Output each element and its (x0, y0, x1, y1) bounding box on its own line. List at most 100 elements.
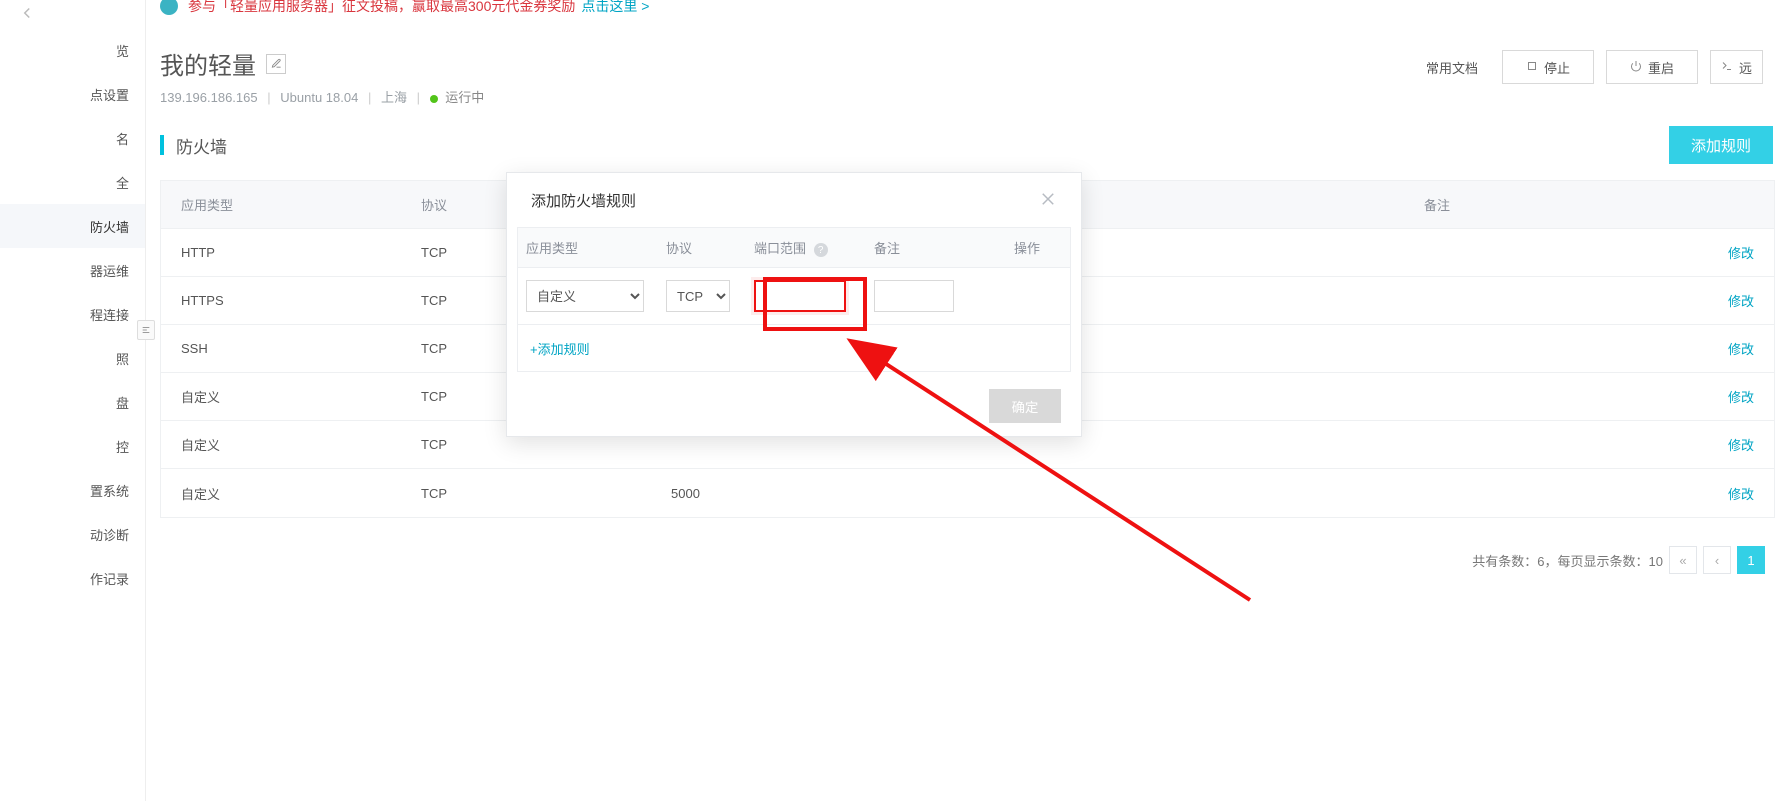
row-edit-link[interactable]: 修改 (1728, 438, 1754, 453)
pagination-summary: 共有条数：6，每页显示条数：10 (1472, 551, 1663, 570)
section-title-text: 防火墙 (176, 133, 227, 158)
sidebar-item-label: 防火墙 (90, 217, 129, 236)
modal-title: 添加防火墙规则 (531, 190, 636, 211)
sidebar-item-label: 控 (116, 437, 129, 456)
col-remark: 备注 (1404, 195, 1694, 214)
server-region: 上海 (381, 90, 407, 105)
cell-app: HTTP (161, 245, 401, 260)
sidebar-item-label: 盘 (116, 393, 129, 412)
mcol-ops: 操作 (1006, 238, 1070, 257)
confirm-button[interactable]: 确定 (989, 389, 1061, 423)
promo-banner-link[interactable]: 点击这里 > (581, 0, 649, 16)
promo-banner-text: 参与「轻量应用服务器」征文投稿，赢取最高300元代金券奖励 (188, 0, 575, 16)
stop-button-label: 停止 (1544, 58, 1570, 77)
table-row: 自定义 TCP 5000 修改 (161, 469, 1774, 517)
port-range-input[interactable] (754, 280, 846, 312)
cell-app: SSH (161, 341, 401, 356)
add-rule-button[interactable]: 添加规则 (1669, 126, 1773, 164)
mcol-proto: 协议 (658, 238, 746, 257)
sidebar-item-label: 照 (116, 349, 129, 368)
chevron-left-icon (18, 4, 36, 25)
sidebar-item-disk[interactable]: 盘 (0, 380, 145, 424)
cell-app: 自定义 (161, 484, 401, 503)
sidebar-item-remote[interactable]: 程连接 (0, 292, 145, 336)
section-title: 防火墙 (160, 133, 227, 158)
server-status: 运行中 (445, 90, 484, 105)
row-edit-link[interactable]: 修改 (1728, 390, 1754, 405)
power-icon (1630, 60, 1642, 75)
add-another-rule-link[interactable]: +添加规则 (518, 325, 1070, 371)
restart-button[interactable]: 重启 (1606, 50, 1698, 84)
close-icon[interactable] (1039, 190, 1057, 211)
sidebar-back-button[interactable] (0, 0, 145, 28)
sidebar-item-label: 名 (116, 129, 129, 148)
pagination: 共有条数：6，每页显示条数：10 « ‹ 1 (1472, 546, 1765, 574)
sidebar-item-monitor[interactable]: 控 (0, 424, 145, 468)
page-header: 我的轻量 139.196.186.165 | Ubuntu 18.04 | 上海… (160, 46, 1763, 106)
page-number-button[interactable]: 1 (1737, 546, 1765, 574)
row-edit-link[interactable]: 修改 (1728, 342, 1754, 357)
sidebar-item-label: 程连接 (90, 305, 129, 324)
mcol-app: 应用类型 (518, 238, 658, 257)
page-first-button[interactable]: « (1669, 546, 1697, 574)
terminal-icon (1721, 60, 1733, 75)
docs-link[interactable]: 常用文档 (1426, 58, 1478, 77)
sidebar-item-diagnose[interactable]: 动诊断 (0, 512, 145, 556)
cell-port: 5000 (651, 486, 1404, 501)
add-rule-button-label: 添加规则 (1691, 138, 1751, 155)
sidebar-item-overview[interactable]: 览 (0, 28, 145, 72)
cell-app: 自定义 (161, 435, 401, 454)
sidebar: 览 点设置 名 全 防火墙 器运维 程连接 照 盘 控 置系统 动诊断 作记录 (0, 0, 146, 801)
add-firewall-rule-modal: 添加防火墙规则 应用类型 协议 端口范围 ? 备注 操作 自定义 TCP (506, 172, 1082, 437)
page-prev-button[interactable]: ‹ (1703, 546, 1731, 574)
remote-connect-label: 远 (1739, 58, 1752, 77)
page-title: 我的轻量 (160, 46, 256, 81)
protocol-select[interactable]: TCP (666, 280, 730, 312)
edit-icon[interactable] (266, 54, 286, 74)
info-icon (160, 0, 178, 15)
status-dot-icon (430, 95, 438, 103)
sidebar-item-firewall[interactable]: 防火墙 (0, 204, 145, 248)
sidebar-item-label: 器运维 (90, 261, 129, 280)
modal-rule-row: 自定义 TCP (518, 268, 1070, 325)
remote-connect-button[interactable]: 远 (1710, 50, 1763, 84)
confirm-button-label: 确定 (1012, 400, 1039, 415)
mcol-port-label: 端口范围 (754, 241, 806, 256)
cell-app: 自定义 (161, 387, 401, 406)
sidebar-item-ops[interactable]: 器运维 (0, 248, 145, 292)
sidebar-item-logs[interactable]: 作记录 (0, 556, 145, 600)
sidebar-item-snapshot[interactable]: 照 (0, 336, 145, 380)
sidebar-item-label: 点设置 (90, 85, 129, 104)
sidebar-item-label: 动诊断 (90, 525, 129, 544)
promo-banner: 参与「轻量应用服务器」征文投稿，赢取最高300元代金券奖励 点击这里 > (160, 0, 1775, 18)
mcol-port: 端口范围 ? (746, 238, 866, 258)
modal-table-header: 应用类型 协议 端口范围 ? 备注 操作 (518, 228, 1070, 268)
modal-table: 应用类型 协议 端口范围 ? 备注 操作 自定义 TCP (517, 227, 1071, 372)
server-subtitle: 139.196.186.165 | Ubuntu 18.04 | 上海 | 运行… (160, 87, 1426, 106)
sidebar-item-label: 作记录 (90, 569, 129, 588)
stop-button[interactable]: 停止 (1502, 50, 1594, 84)
col-app: 应用类型 (161, 195, 401, 214)
row-edit-link[interactable]: 修改 (1728, 487, 1754, 502)
sidebar-item-label: 全 (116, 173, 129, 192)
sidebar-item-domain[interactable]: 名 (0, 116, 145, 160)
sidebar-item-label: 置系统 (90, 481, 129, 500)
cell-proto: TCP (401, 437, 651, 452)
cell-app: HTTPS (161, 293, 401, 308)
cell-proto: TCP (401, 486, 651, 501)
row-edit-link[interactable]: 修改 (1728, 246, 1754, 261)
remark-input[interactable] (874, 280, 954, 312)
stop-icon (1526, 60, 1538, 75)
app-type-select[interactable]: 自定义 (526, 280, 644, 312)
sidebar-item-security[interactable]: 全 (0, 160, 145, 204)
row-edit-link[interactable]: 修改 (1728, 294, 1754, 309)
restart-button-label: 重启 (1648, 58, 1674, 77)
sidebar-item-reinstall[interactable]: 置系统 (0, 468, 145, 512)
add-another-rule-label: +添加规则 (530, 339, 590, 358)
sidebar-item-site-settings[interactable]: 点设置 (0, 72, 145, 116)
mcol-remark: 备注 (866, 238, 1006, 257)
sidebar-item-label: 览 (116, 41, 129, 60)
server-os: Ubuntu 18.04 (280, 90, 358, 105)
help-icon[interactable]: ? (814, 243, 828, 257)
server-ip: 139.196.186.165 (160, 90, 258, 105)
